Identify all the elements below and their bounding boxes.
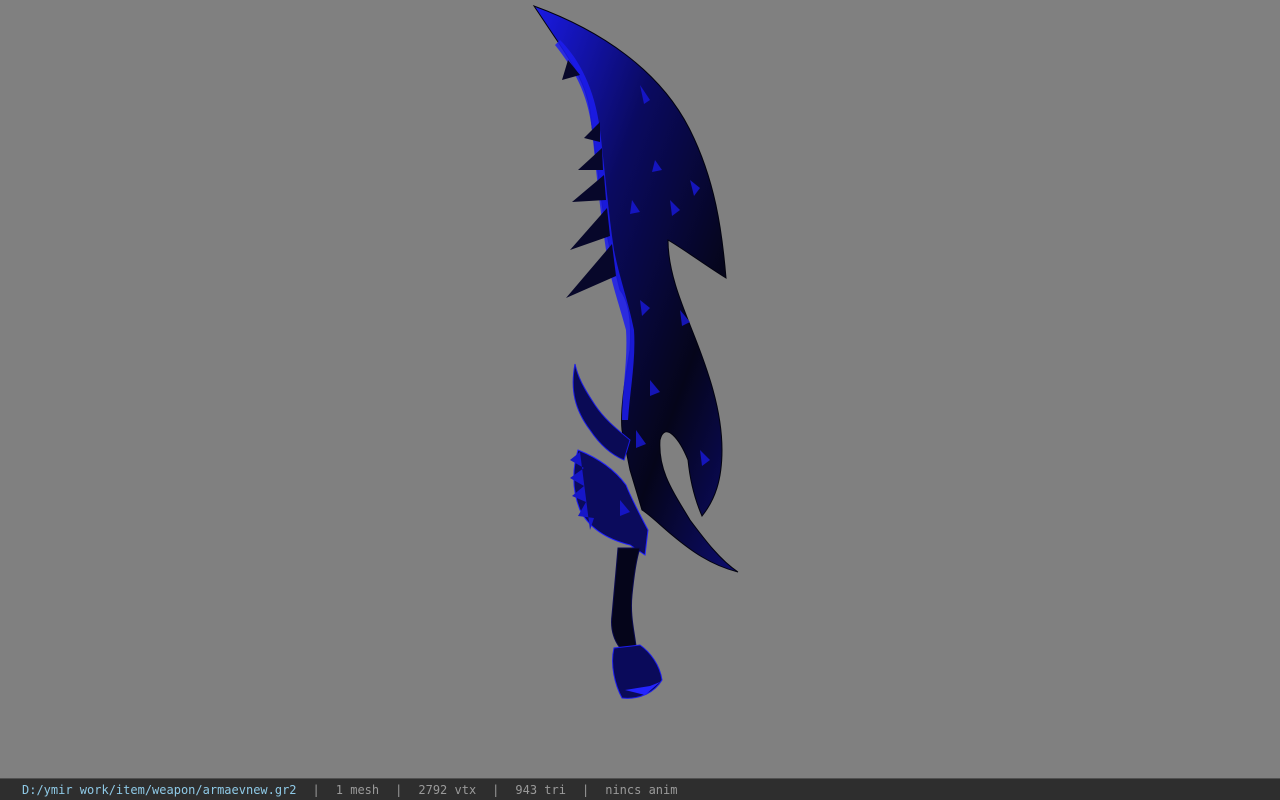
status-separator: | (395, 782, 403, 797)
status-separator: | (492, 782, 500, 797)
handle (611, 547, 641, 649)
status-separator: | (581, 782, 590, 797)
status-bar: D:/ymir work/item/weapon/armaevnew.gr2 |… (0, 778, 1280, 800)
spike-4 (570, 208, 610, 250)
spike-2 (578, 148, 603, 170)
file-path: D:/ymir work/item/weapon/armaevnew.gr2 (22, 782, 297, 797)
3d-viewport[interactable] (0, 0, 1280, 778)
blade (532, 5, 739, 573)
spike-3 (572, 175, 606, 202)
anim-status: nincs anim (605, 782, 678, 797)
spike-5 (566, 244, 616, 298)
sword-model (532, 5, 739, 699)
triangle-count: 943 tri (515, 782, 566, 797)
status-separator: | (312, 782, 320, 797)
vertex-count: 2792 vtx (418, 782, 477, 797)
mesh-count: 1 mesh (335, 782, 380, 797)
